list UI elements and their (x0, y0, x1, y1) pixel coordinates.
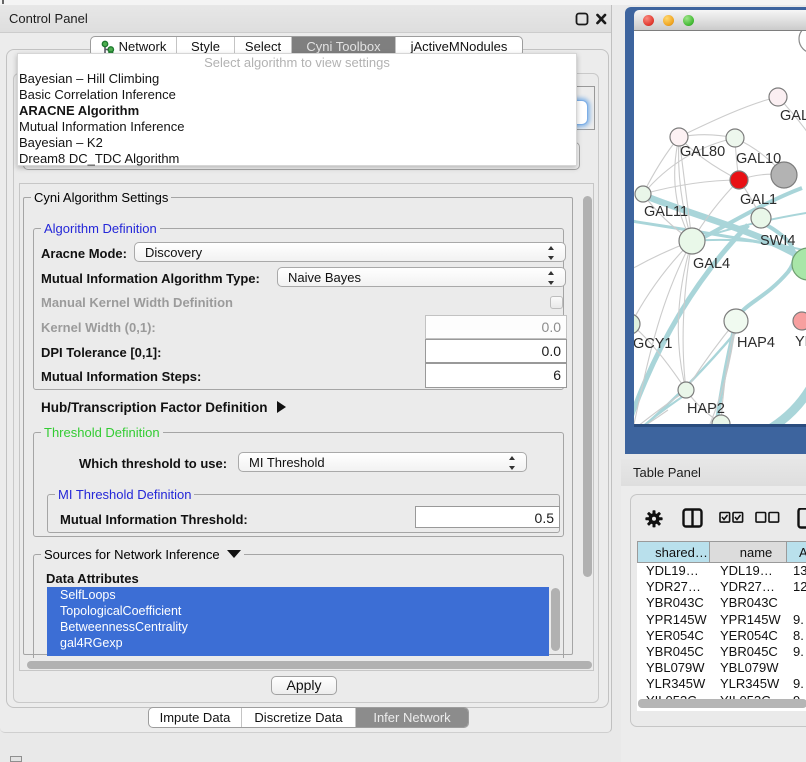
svg-text:GAL10: GAL10 (736, 151, 781, 167)
svg-text:YD: YD (795, 334, 806, 350)
svg-text:HAP2: HAP2 (687, 401, 725, 417)
svg-text:GCY1: GCY1 (634, 336, 673, 352)
svg-text:GAL7: GAL7 (780, 108, 806, 124)
svg-text:GAL80: GAL80 (680, 144, 725, 160)
svg-text:GAL4: GAL4 (693, 256, 730, 272)
svg-text:HAP4: HAP4 (737, 335, 775, 351)
svg-text:GAL1: GAL1 (740, 192, 777, 208)
svg-text:SWI4: SWI4 (760, 233, 795, 249)
svg-text:GAL11: GAL11 (644, 204, 688, 220)
